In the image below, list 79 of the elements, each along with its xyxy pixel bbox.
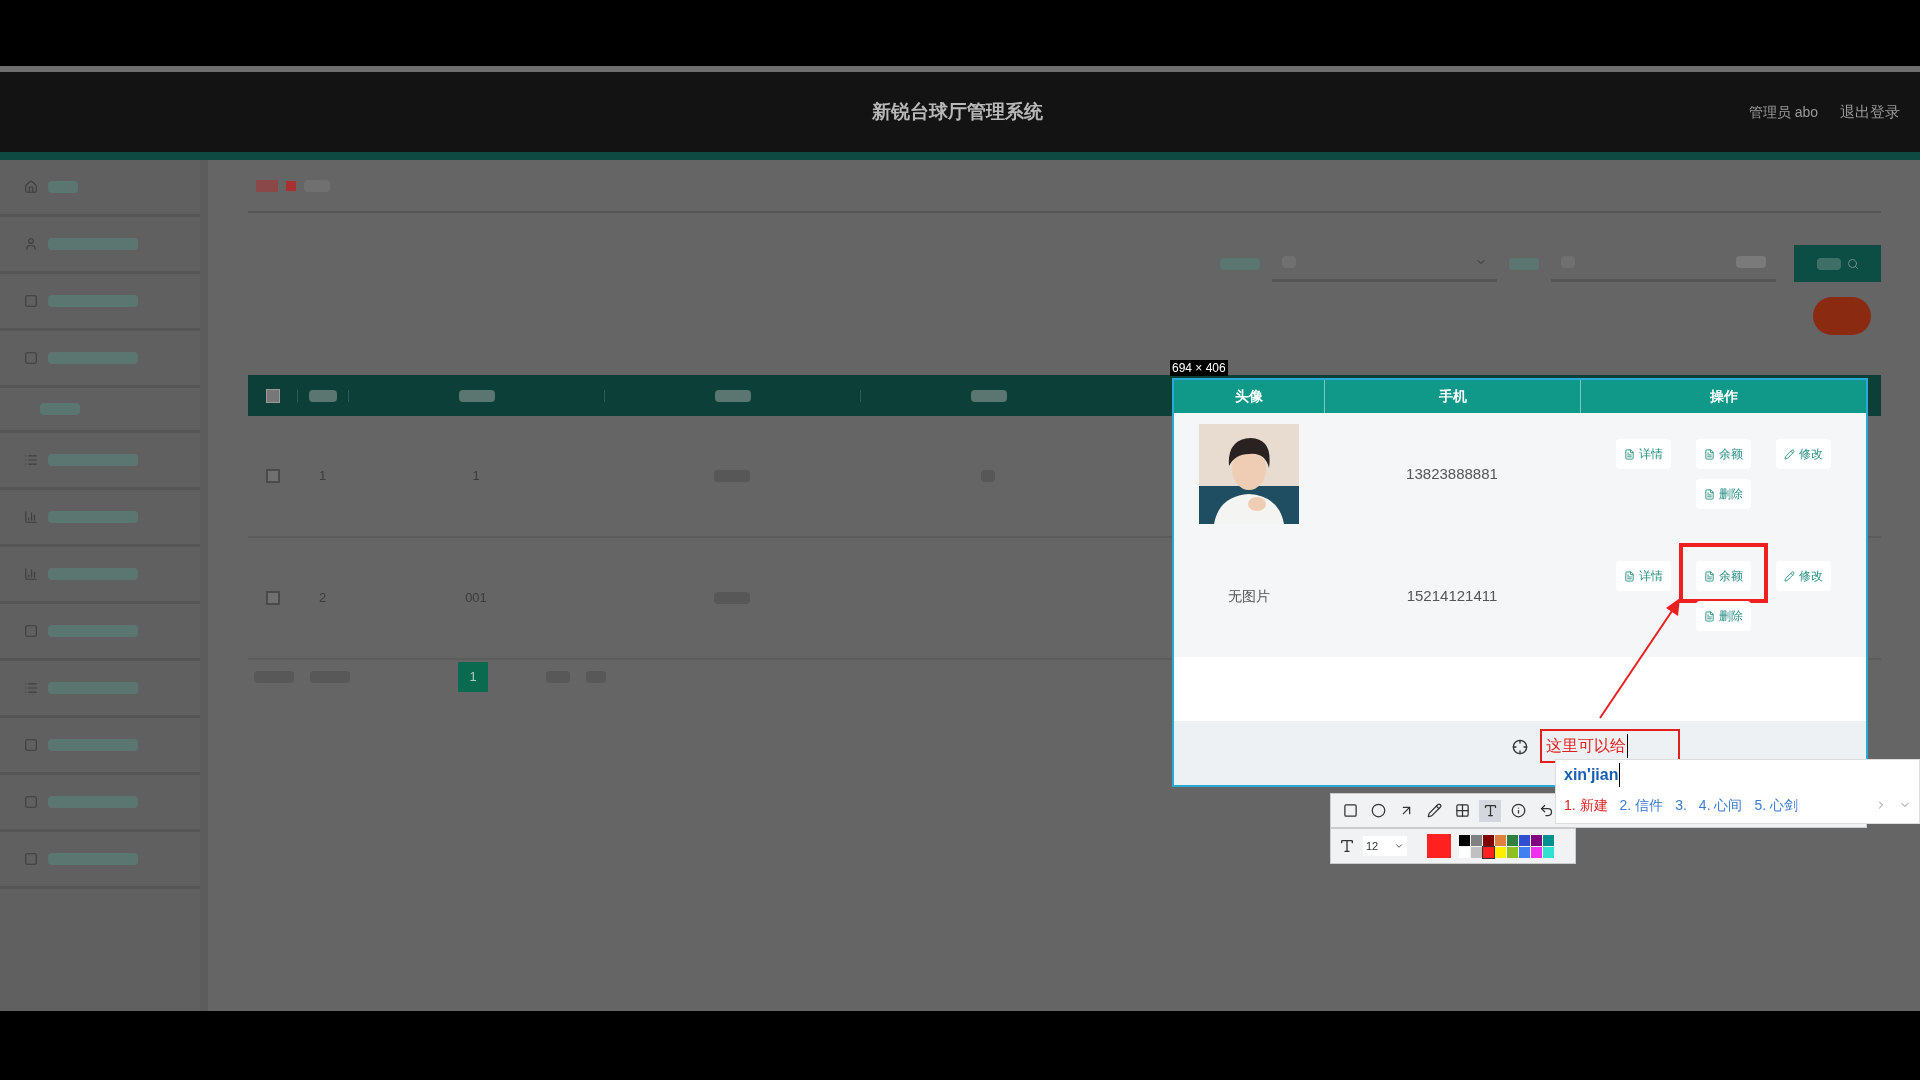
ime-candidate[interactable]: 3. bbox=[1675, 794, 1687, 816]
action-button[interactable]: 修改 bbox=[1775, 561, 1831, 591]
color-swatch[interactable] bbox=[1531, 834, 1542, 846]
ime-candidate[interactable]: 1. 新建 bbox=[1564, 794, 1608, 816]
action-button[interactable]: 删除 bbox=[1695, 479, 1751, 509]
delete-button[interactable] bbox=[1813, 297, 1871, 335]
search-icon bbox=[1846, 257, 1859, 270]
checkbox[interactable] bbox=[265, 469, 280, 483]
ime-candidate[interactable]: 5. 心剑 bbox=[1754, 794, 1798, 816]
document-icon bbox=[1703, 610, 1715, 622]
menu-icon bbox=[24, 681, 38, 695]
blurred-text bbox=[970, 389, 1007, 402]
breadcrumb-icon bbox=[286, 180, 296, 191]
document-icon bbox=[1703, 488, 1715, 500]
color-swatch[interactable] bbox=[1507, 834, 1518, 846]
menu-icon bbox=[24, 624, 38, 638]
font-icon bbox=[1339, 838, 1355, 854]
color-swatch[interactable] bbox=[1543, 834, 1554, 846]
caret-icon bbox=[1394, 841, 1404, 851]
pencil-icon bbox=[1783, 448, 1795, 460]
document-icon bbox=[1703, 570, 1715, 582]
current-color-swatch[interactable] bbox=[1427, 834, 1451, 858]
pencil-icon bbox=[1783, 570, 1795, 582]
menu-icon bbox=[24, 453, 38, 467]
menu-icon bbox=[24, 852, 38, 866]
color-swatch[interactable] bbox=[1519, 846, 1530, 858]
page-button[interactable]: 1 bbox=[458, 662, 488, 692]
phone-cell-text: 15214121411 bbox=[1406, 585, 1498, 606]
blurred-text bbox=[714, 389, 751, 402]
color-swatch[interactable] bbox=[1471, 834, 1482, 846]
column-header: 手机 bbox=[1438, 387, 1467, 406]
menu-icon bbox=[24, 567, 38, 581]
blurred-text bbox=[458, 389, 495, 402]
menu-icon bbox=[24, 795, 38, 809]
color-swatch[interactable] bbox=[1495, 834, 1506, 846]
color-swatch[interactable] bbox=[1507, 846, 1518, 858]
font-size-select[interactable]: 12 bbox=[1363, 836, 1407, 856]
action-button[interactable]: 删除 bbox=[1695, 601, 1751, 631]
color-swatch[interactable] bbox=[1483, 834, 1494, 846]
ime-candidate[interactable]: 2. 信件 bbox=[1619, 794, 1664, 816]
menu-icon bbox=[24, 351, 38, 365]
document-icon bbox=[1623, 570, 1635, 582]
action-button[interactable]: 修改 bbox=[1775, 439, 1831, 469]
crosshair-icon bbox=[1512, 739, 1528, 755]
phone-cell-text: 13823888881 bbox=[1406, 463, 1498, 484]
app-title: 新锐台球厅管理系统 bbox=[872, 99, 1043, 124]
color-swatch[interactable] bbox=[1543, 846, 1554, 858]
document-icon bbox=[1703, 448, 1715, 460]
breadcrumb-icon bbox=[256, 179, 278, 192]
action-button[interactable]: 详情 bbox=[1615, 561, 1671, 591]
color-swatch[interactable] bbox=[1471, 846, 1482, 858]
color-swatch[interactable] bbox=[1483, 846, 1494, 858]
color-swatch[interactable] bbox=[1531, 846, 1542, 858]
menu-icon bbox=[24, 294, 38, 308]
action-button[interactable]: 余额 bbox=[1695, 439, 1751, 469]
document-icon bbox=[1623, 448, 1635, 460]
logout-link[interactable]: 退出登录 bbox=[1840, 100, 1900, 124]
menu-icon bbox=[24, 237, 38, 251]
menu-icon bbox=[24, 180, 38, 194]
action-button[interactable]: 余额 bbox=[1695, 561, 1751, 591]
color-swatch[interactable] bbox=[1495, 846, 1506, 858]
checkbox[interactable] bbox=[265, 388, 280, 403]
size-label: 694 × 406 bbox=[1170, 360, 1228, 376]
checkbox[interactable] bbox=[265, 591, 280, 605]
user-label: 管理员 abo bbox=[1748, 102, 1818, 122]
blurred-text bbox=[1816, 257, 1841, 270]
menu-icon bbox=[24, 510, 38, 524]
column-header: 头像 bbox=[1235, 387, 1263, 406]
color-swatch[interactable] bbox=[1459, 834, 1470, 846]
color-swatch[interactable] bbox=[1519, 834, 1530, 846]
color-swatch[interactable] bbox=[1459, 846, 1470, 858]
ime-candidate[interactable]: 4. 心间 bbox=[1698, 794, 1743, 816]
column-header: 操作 bbox=[1709, 387, 1738, 406]
text-tool-icon[interactable] bbox=[1479, 799, 1501, 822]
search-button[interactable] bbox=[1794, 245, 1881, 282]
no-image-text: 无图片 bbox=[1228, 586, 1270, 606]
action-button[interactable]: 详情 bbox=[1615, 439, 1671, 469]
blurred-text bbox=[309, 389, 337, 402]
menu-icon bbox=[24, 738, 38, 752]
